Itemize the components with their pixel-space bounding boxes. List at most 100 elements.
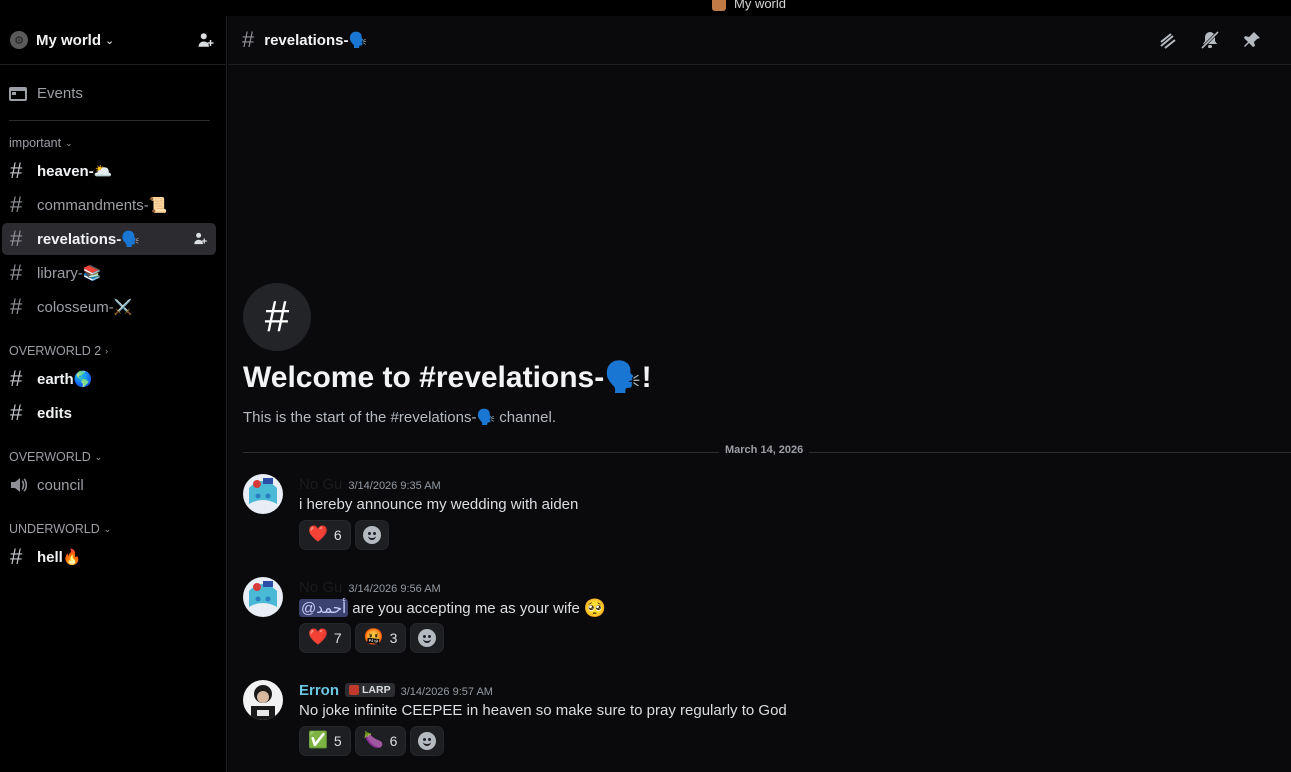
reaction-check[interactable]: ✅ 5 (299, 726, 351, 756)
channel-label: colosseum-⚔️ (37, 299, 133, 316)
threads-icon[interactable] (1157, 29, 1179, 51)
heart-icon: ❤️ (308, 629, 328, 646)
window-title-text: My world (734, 0, 787, 11)
server-gear-icon: ⚙ (10, 31, 28, 49)
add-reaction-button[interactable] (354, 520, 389, 550)
message-content: No joke infinite CEEPEE in heaven so mak… (299, 702, 787, 719)
sidebar-divider (9, 120, 210, 121)
user-tag[interactable]: LARP (345, 683, 395, 697)
chevron-down-icon: ⌄ (103, 523, 112, 534)
channel-colosseum[interactable]: # colosseum-⚔️ (2, 291, 216, 323)
category-overworld[interactable]: OVERWORLD ⌄ (0, 447, 226, 467)
channel-header-name: revelations-🗣️ (264, 32, 368, 49)
reaction-heart[interactable]: ❤️ 7 (299, 623, 351, 653)
date-divider-label: March 14, 2026 (719, 444, 810, 456)
category-label: important (9, 136, 62, 150)
window-title: My world (712, 0, 786, 11)
invite-people-icon[interactable] (196, 30, 216, 50)
chevron-right-icon: › (105, 346, 109, 356)
message-author[interactable]: No Gu (299, 579, 342, 596)
welcome-title: Welcome to #revelations-🗣️! (243, 361, 652, 394)
category-underworld[interactable]: UNDERWORLD ⌄ (0, 519, 226, 539)
channel-commandments[interactable]: # commandments-📜 (2, 189, 216, 221)
message-timestamp: 3/14/2026 9:57 AM (400, 686, 493, 698)
check-mark-icon: ✅ (308, 732, 328, 749)
reaction-angry[interactable]: 🤬 3 (354, 623, 407, 653)
channel-revelations[interactable]: # revelations-🗣️ (2, 223, 216, 255)
text-channel-icon: # (10, 192, 23, 217)
header-toolbar (1157, 29, 1263, 51)
events-item[interactable]: Events (9, 77, 217, 109)
user-mention[interactable]: @أحمد (299, 599, 349, 617)
reaction-count: 5 (333, 733, 342, 749)
channel-label: heaven-🌥️ (37, 163, 113, 180)
angry-face-icon: 🤬 (363, 629, 384, 646)
reaction-eggplant[interactable]: 🍆 6 (354, 726, 407, 756)
message-text: i hereby announce my wedding with aiden (299, 496, 578, 513)
channel-earth[interactable]: # earth🌎 (2, 363, 216, 395)
text-channel-icon: # (10, 294, 23, 319)
add-reaction-icon (362, 526, 381, 544)
message-timestamp: 3/14/2026 9:56 AM (348, 583, 441, 595)
channel-library[interactable]: # library-📚 (2, 257, 216, 289)
reaction-heart[interactable]: ❤️ 6 (299, 520, 351, 550)
category-overworld-2[interactable]: OVERWORLD 2 › (0, 341, 226, 361)
message-header: No Gu 3/14/2026 9:56 AM (299, 579, 441, 596)
category-important[interactable]: important ⌄ (0, 133, 226, 153)
text-channel-icon: # (10, 158, 23, 183)
server-header[interactable]: ⚙ My world ⌄ (0, 16, 226, 65)
reactions: ❤️ 6 (299, 520, 389, 550)
channel-label: commandments-📜 (37, 197, 168, 214)
eggplant-icon: 🍆 (363, 732, 384, 749)
reactions: ✅ 5 🍆 6 (299, 726, 445, 756)
events-label: Events (37, 84, 83, 102)
chevron-down-icon: ⌄ (65, 137, 73, 148)
server-avatar-icon (712, 0, 726, 11)
add-reaction-button[interactable] (410, 623, 445, 653)
channel-heaven[interactable]: # heaven-🌥️ (2, 155, 216, 187)
message-author[interactable]: Erron (299, 682, 339, 699)
reaction-count: 7 (333, 630, 342, 646)
heart-icon: ❤️ (308, 526, 328, 543)
reaction-count: 6 (389, 733, 398, 749)
text-channel-icon: # (10, 366, 23, 391)
message-text: No joke infinite CEEPEE in heaven so mak… (299, 702, 787, 719)
chevron-down-icon: ⌄ (105, 34, 115, 47)
avatar[interactable] (243, 680, 283, 720)
chevron-down-icon: ⌄ (94, 451, 103, 462)
text-channel-icon: # (242, 27, 255, 52)
channel-hell[interactable]: # hell🔥 (2, 541, 216, 573)
text-channel-icon: # (10, 544, 23, 569)
add-reaction-icon (418, 732, 437, 750)
create-invite-icon[interactable] (193, 231, 208, 250)
calendar-icon (9, 85, 27, 101)
text-channel-icon: # (10, 226, 23, 251)
tag-icon (349, 685, 360, 695)
avatar[interactable] (243, 577, 283, 617)
channel-council[interactable]: council (2, 469, 216, 501)
add-reaction-button[interactable] (410, 726, 445, 756)
message-header: No Gu 3/14/2026 9:35 AM (299, 476, 441, 493)
reaction-count: 3 (389, 630, 398, 646)
channel-label: revelations-🗣️ (37, 231, 140, 248)
channel-label: council (37, 476, 84, 494)
pinned-messages-icon[interactable] (1241, 29, 1263, 51)
channel-hash-icon: # (243, 283, 311, 351)
chat-main: # revelations-🗣️ # Welcome to #revelatio… (228, 16, 1291, 772)
avatar[interactable] (243, 474, 283, 514)
channel-header: # revelations-🗣️ (228, 16, 1291, 65)
category-label: OVERWORLD 2 (9, 344, 102, 358)
reactions: ❤️ 7 🤬 3 (299, 623, 445, 653)
add-reaction-icon (418, 629, 437, 647)
reaction-count: 6 (333, 527, 342, 543)
category-label: OVERWORLD (9, 450, 91, 464)
welcome-subtitle: This is the start of the #revelations-🗣️… (243, 409, 556, 426)
message-header: Erron LARP 3/14/2026 9:57 AM (299, 682, 493, 699)
window-titlebar: My world (0, 0, 1291, 16)
channel-edits[interactable]: # edits (2, 397, 216, 429)
message-author[interactable]: No Gu (299, 476, 342, 493)
channel-sidebar: ⚙ My world ⌄ Events important ⌄ # heaven… (0, 16, 227, 772)
message-text: @أحمد are you accepting me as your wife … (299, 599, 606, 617)
notification-settings-icon[interactable] (1199, 29, 1221, 51)
channel-label: hell🔥 (37, 549, 82, 566)
